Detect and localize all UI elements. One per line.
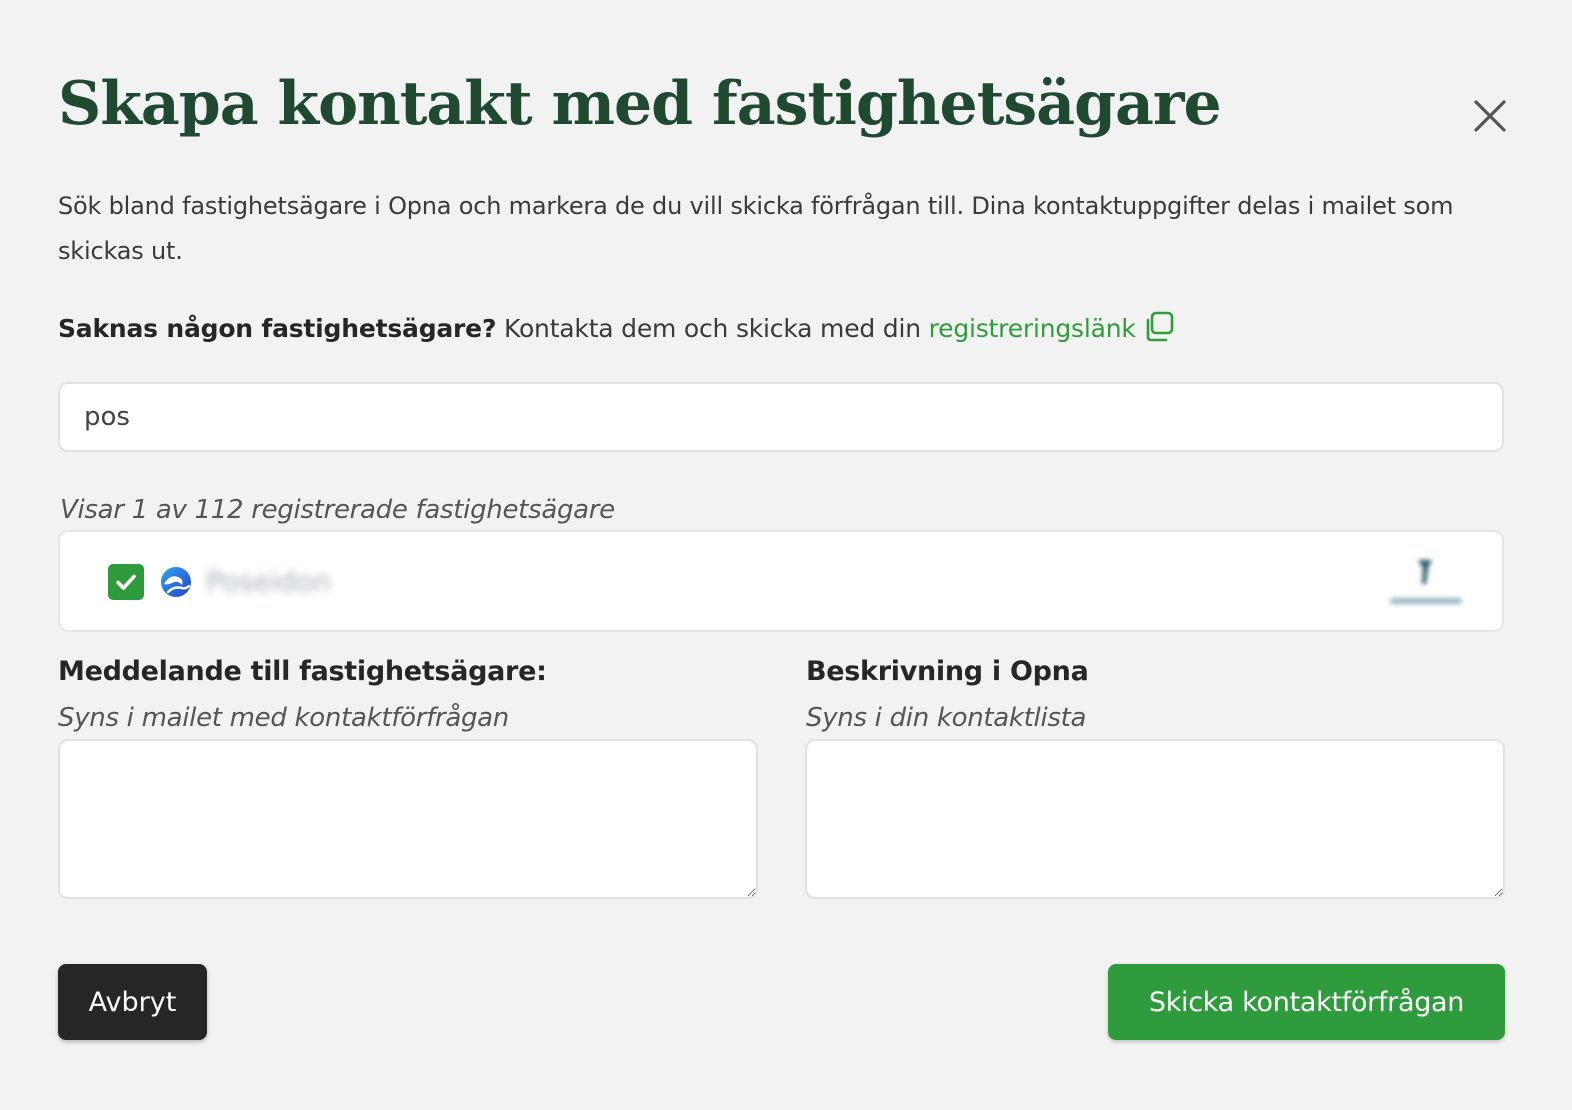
close-icon[interactable] bbox=[1466, 92, 1514, 140]
contact-owner-dialog: Skapa kontakt med fastighetsägare Sök bl… bbox=[0, 0, 1572, 1110]
copy-icon[interactable] bbox=[1142, 311, 1176, 356]
missing-owner-instruction: Kontakta dem och skicka med din bbox=[504, 314, 921, 343]
description-textarea[interactable] bbox=[805, 739, 1505, 899]
dialog-title: Skapa kontakt med fastighetsägare bbox=[58, 69, 1222, 139]
checkmark-icon bbox=[116, 574, 136, 590]
message-hint: Syns i mailet med kontaktförfrågan bbox=[58, 703, 509, 733]
owner-badge-icon bbox=[1382, 554, 1472, 618]
owner-results-list: Poseidon bbox=[58, 530, 1504, 632]
message-label: Meddelande till fastighetsägare: bbox=[58, 656, 547, 687]
results-summary: Visar 1 av 112 registrerade fastighetsäg… bbox=[60, 495, 615, 525]
close-button[interactable] bbox=[1466, 92, 1514, 140]
cancel-button[interactable]: Avbryt bbox=[58, 964, 207, 1040]
owner-search-input[interactable] bbox=[58, 382, 1504, 452]
owner-name: Poseidon bbox=[206, 565, 332, 598]
owner-checkbox[interactable] bbox=[108, 564, 144, 600]
send-request-button[interactable]: Skicka kontaktförfrågan bbox=[1108, 964, 1505, 1040]
missing-owner-text: Saknas någon fastighetsägare? Kontakta d… bbox=[58, 308, 1176, 356]
message-textarea[interactable] bbox=[58, 739, 758, 899]
intro-text: Sök bland fastighetsägare i Opna och mar… bbox=[58, 192, 1454, 265]
description-label: Beskrivning i Opna bbox=[806, 656, 1089, 687]
owner-logo-icon bbox=[158, 564, 194, 604]
description-hint: Syns i din kontaktlista bbox=[806, 703, 1087, 733]
owner-result-item[interactable]: Poseidon bbox=[60, 532, 1502, 630]
missing-owner-question: Saknas någon fastighetsägare? bbox=[58, 314, 497, 343]
registration-link[interactable]: registreringslänk bbox=[929, 314, 1136, 343]
